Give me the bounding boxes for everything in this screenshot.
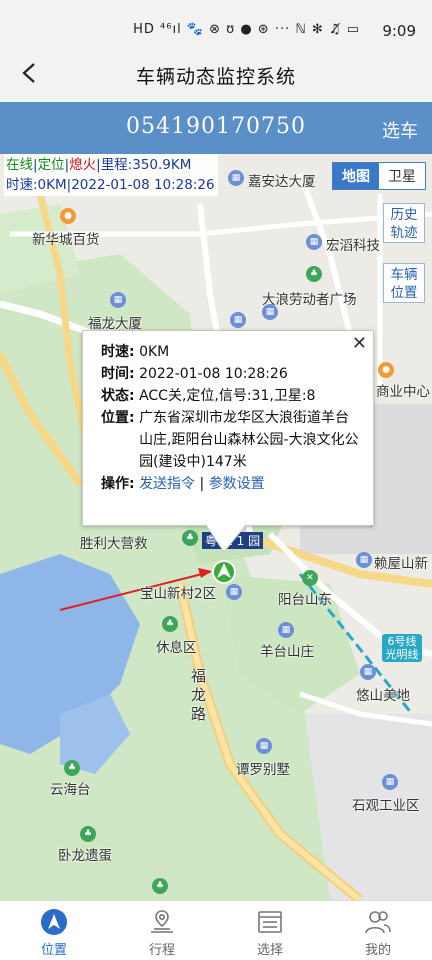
building-icon: ▦ <box>356 552 372 568</box>
history-label-2: 轨迹 <box>390 225 418 241</box>
building-icon: ▦ <box>110 292 126 308</box>
map-type-satellite[interactable]: 卫星 <box>379 163 425 189</box>
popup-key: 位置 <box>101 410 129 426</box>
road-label: 福龙路 <box>189 668 207 725</box>
map-label: 休息区 <box>156 640 197 656</box>
tab-label: 选择 <box>256 943 283 958</box>
metro-icon: ✕ <box>302 570 318 586</box>
nav-header: 车辆动态监控系统 <box>0 46 432 102</box>
vehicle-position-button[interactable]: 车辆 位置 <box>383 263 425 303</box>
datetime: 2022-01-08 10:28:26 <box>71 177 215 193</box>
colon: : <box>129 476 135 492</box>
map-label: 云海台 <box>50 782 91 798</box>
vehicle-bar: 054190170750 选车 <box>0 102 432 154</box>
list-icon <box>255 907 285 937</box>
park-icon: ♣ <box>80 826 96 842</box>
park-icon: ♣ <box>152 878 168 894</box>
mileage: 里程:350.9KM <box>100 157 192 173</box>
bottom-tab-bar: 位置 行程 选择 我的 <box>0 900 432 960</box>
shopping-icon: ● <box>378 362 394 378</box>
route-icon <box>147 907 177 937</box>
location-status: 定位 <box>37 157 65 173</box>
popup-key: 时速 <box>101 344 129 360</box>
map-label: 大浪劳动者广场 <box>262 292 357 308</box>
tab-mine[interactable]: 我的 <box>324 901 432 960</box>
map-label: 羊台山庄 <box>260 644 314 660</box>
history-label-1: 历史 <box>390 207 418 223</box>
building-icon: ▦ <box>262 304 278 320</box>
map-label: 卧龙遗蛋 <box>58 848 112 864</box>
building-icon: ▦ <box>306 234 322 250</box>
history-track-button[interactable]: 历史 轨迹 <box>383 203 425 243</box>
popup-speed: 0KM <box>139 344 170 360</box>
send-command-link[interactable]: 发送指令 <box>139 476 195 492</box>
popup-key: 操作 <box>101 476 129 492</box>
map-label: 胜利大营救 <box>80 536 148 552</box>
building-icon: ▦ <box>226 584 242 600</box>
park-icon: ♣ <box>162 616 178 632</box>
map-label: 悠山美地 <box>356 688 410 704</box>
status-icons: HD ⁴⁶ıl 🐾 ⊗ ʊ ● ⊛ ··· ℕ ✻ ♫̸ ▭ <box>133 22 360 37</box>
map-label: 宏滔科技 <box>326 238 380 254</box>
vehicle-status-overlay: 在线|定位|熄火|里程:350.9KM 时速:0KM|2022-01-08 10… <box>4 154 218 196</box>
engine-status: 熄火 <box>69 157 97 173</box>
parameter-settings-link[interactable]: 参数设置 <box>209 476 265 492</box>
tab-label: 位置 <box>40 943 67 958</box>
user-icon <box>363 907 393 937</box>
location-arrow-icon <box>39 907 69 937</box>
map-label: 宝山新村2区 <box>140 586 217 602</box>
popup-position: 广东省深圳市龙华区大浪街道羊台山庄,距阳台山森林公园-大浪文化公园(建设中)14… <box>139 410 359 470</box>
building-icon: ▦ <box>256 738 272 754</box>
vehicle-plate: 054190170750 <box>126 114 306 139</box>
select-vehicle-button[interactable]: 选车 <box>382 117 418 143</box>
building-icon: ▦ <box>382 774 398 790</box>
popup-state: ACC关,定位,信号:31,卫星:8 <box>139 388 316 404</box>
colon: : <box>129 410 135 426</box>
park-icon: ♣ <box>306 266 322 282</box>
shopping-icon: ● <box>60 208 76 224</box>
popup-tail <box>206 524 246 553</box>
tab-select[interactable]: 选择 <box>216 901 324 960</box>
park-icon: ♣ <box>182 530 198 546</box>
map-label: 谭罗别墅 <box>236 762 290 778</box>
status-time: 9:09 <box>382 22 416 40</box>
vehicle-info-popup: ✕ 时速: 0KM 时间: 2022-01-08 10:28:26 状态: AC… <box>82 330 374 526</box>
map-label: 阳台山东 <box>278 592 332 608</box>
separator: | <box>199 476 205 492</box>
tab-label: 行程 <box>148 943 175 958</box>
park-icon: ♣ <box>64 760 80 776</box>
vehicle-pos-label-1: 车辆 <box>390 267 418 283</box>
tab-label: 我的 <box>364 943 391 958</box>
vehicle-pos-label-2: 位置 <box>390 285 418 301</box>
building-icon: ▦ <box>360 664 376 680</box>
building-icon: ▦ <box>230 312 246 328</box>
popup-time: 2022-01-08 10:28:26 <box>139 366 288 382</box>
building-icon: ▦ <box>228 170 244 186</box>
map-label: 新华城百货 <box>32 232 100 248</box>
map-label: 石观工业区 <box>352 798 420 814</box>
colon: : <box>129 344 135 360</box>
map-type-toggle: 地图 卫星 <box>332 162 426 190</box>
building-icon: ▦ <box>278 622 294 638</box>
online-status: 在线 <box>6 157 33 173</box>
metro-line-badge: 6号线 光明线 <box>382 634 422 662</box>
colon: : <box>129 366 135 382</box>
page-title: 车辆动态监控系统 <box>135 66 296 88</box>
map-label: 福龙大厦 <box>88 316 142 332</box>
speed: 时速:0KM <box>6 177 67 193</box>
tab-trip[interactable]: 行程 <box>108 901 216 960</box>
map-label: 赖屋山新 <box>374 556 428 572</box>
map-type-map[interactable]: 地图 <box>333 163 379 189</box>
map-label: 嘉安达大厦 <box>248 174 316 190</box>
popup-key: 状态 <box>101 388 129 404</box>
status-bar: HD ⁴⁶ıl 🐾 ⊗ ʊ ● ⊛ ··· ℕ ✻ ♫̸ ▭ 9:09 <box>0 0 432 46</box>
popup-key: 时间 <box>101 366 129 382</box>
close-icon[interactable]: ✕ <box>352 333 367 354</box>
colon: : <box>129 388 135 404</box>
tab-location[interactable]: 位置 <box>0 901 108 960</box>
map-label: 商业中心 <box>376 384 430 400</box>
